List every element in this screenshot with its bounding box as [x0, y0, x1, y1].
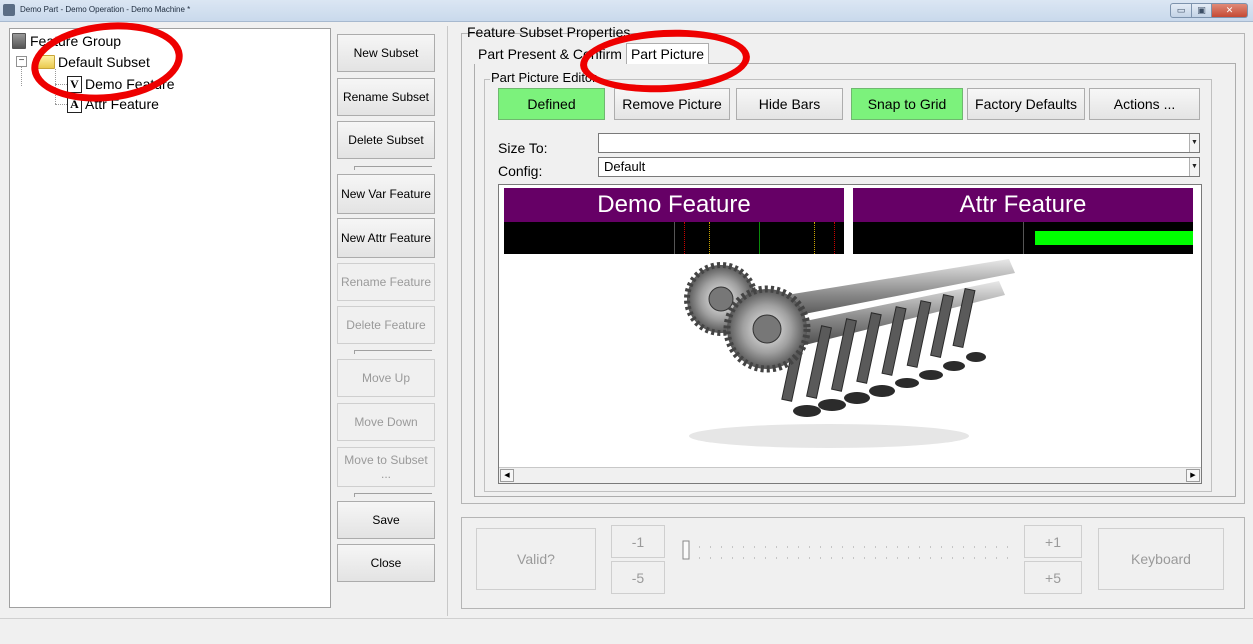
hide-bars-button[interactable]: Hide Bars: [736, 88, 843, 120]
feature-bar-gauge: [504, 222, 844, 254]
tab-part-present-confirm[interactable]: Part Present & Confirm: [474, 43, 626, 64]
minus-one-button[interactable]: -1: [611, 525, 665, 558]
collapse-icon[interactable]: −: [16, 56, 27, 67]
gauge-nominal-line: [759, 222, 760, 254]
feature-group-icon: [12, 33, 26, 49]
remove-picture-button[interactable]: Remove Picture: [614, 88, 730, 120]
separator: [354, 166, 432, 170]
move-to-subset-button[interactable]: Move to Subset ...: [337, 447, 435, 487]
tab-part-picture[interactable]: Part Picture: [625, 43, 710, 64]
tree-item-label: Attr Feature: [85, 96, 159, 112]
properties-tabs: Part Present & Confirm Part Picture: [474, 43, 710, 64]
part-picture-canvas[interactable]: Demo Feature Attr Feature ◀ ▶: [498, 184, 1202, 484]
move-up-button[interactable]: Move Up: [337, 359, 435, 397]
gauge-limit-line: [684, 222, 685, 254]
attribute-fill-bar: [1035, 231, 1193, 245]
gauge-tick: [674, 222, 675, 254]
window-controls: ▭ ▣ ✕: [1170, 3, 1248, 18]
gauge-limit-line: [814, 222, 815, 254]
feature-subset-properties-label: Feature Subset Properties: [467, 24, 631, 40]
tree-item-label: Demo Feature: [85, 76, 175, 92]
tree-connector: [55, 69, 56, 104]
tree-item-demo-feature[interactable]: V Demo Feature: [67, 74, 174, 94]
tree-connector: [55, 84, 67, 85]
scroll-left-icon[interactable]: ◀: [500, 469, 514, 482]
config-label: Config:: [498, 163, 543, 179]
defined-toggle[interactable]: Defined: [498, 88, 605, 120]
separator: [354, 350, 432, 354]
rename-subset-button[interactable]: Rename Subset: [337, 78, 435, 116]
maximize-button[interactable]: ▣: [1192, 3, 1212, 18]
minus-five-button[interactable]: -5: [611, 561, 665, 594]
adjust-slider[interactable]: [680, 538, 1020, 564]
save-button[interactable]: Save: [337, 501, 435, 539]
title-bar: Demo Part - Demo Operation - Demo Machin…: [0, 0, 1253, 22]
delete-subset-button[interactable]: Delete Subset: [337, 121, 435, 159]
size-to-select[interactable]: ▼: [598, 133, 1200, 153]
tree-root-label: Feature Group: [30, 33, 122, 49]
gauge-limit-line: [834, 222, 835, 254]
size-to-label: Size To:: [498, 140, 548, 156]
tree-item-attr-feature[interactable]: A Attr Feature: [67, 94, 159, 114]
gauge-limit-line: [709, 222, 710, 254]
folder-icon: [37, 55, 55, 69]
valid-button[interactable]: Valid?: [476, 528, 596, 590]
keyboard-button[interactable]: Keyboard: [1098, 528, 1224, 590]
variable-feature-icon: V: [67, 75, 82, 93]
new-var-feature-button[interactable]: New Var Feature: [337, 174, 435, 214]
part-picture-image: [684, 259, 1015, 448]
factory-defaults-button[interactable]: Factory Defaults: [967, 88, 1085, 120]
move-down-button[interactable]: Move Down: [337, 403, 435, 441]
close-button[interactable]: Close: [337, 544, 435, 582]
panel-divider: [447, 26, 448, 616]
snap-to-grid-toggle[interactable]: Snap to Grid: [851, 88, 963, 120]
separator: [354, 493, 432, 497]
window-title: Demo Part - Demo Operation - Demo Machin…: [20, 5, 191, 14]
config-value: Default: [604, 159, 646, 174]
delete-feature-button[interactable]: Delete Feature: [337, 306, 435, 344]
part-picture-editor-label: Part Picture Editor: [490, 70, 598, 85]
feature-bar-gauge: [853, 222, 1193, 254]
tree-item-label: Default Subset: [58, 54, 150, 70]
config-select[interactable]: Default ▼: [598, 157, 1200, 177]
horizontal-scrollbar[interactable]: ◀ ▶: [499, 467, 1201, 483]
tree-root[interactable]: Feature Group: [12, 31, 121, 51]
actions-button[interactable]: Actions ...: [1089, 88, 1200, 120]
attribute-feature-icon: A: [67, 95, 82, 113]
tree-connector: [55, 104, 67, 105]
minimize-button[interactable]: ▭: [1170, 3, 1192, 18]
scroll-right-icon[interactable]: ▶: [1186, 469, 1200, 482]
app-icon: [3, 4, 15, 16]
rename-feature-button[interactable]: Rename Feature: [337, 263, 435, 301]
dropdown-arrow-icon[interactable]: ▼: [1189, 134, 1199, 152]
status-bar: [0, 618, 1253, 644]
feature-bar-title[interactable]: Attr Feature: [853, 188, 1193, 222]
new-attr-feature-button[interactable]: New Attr Feature: [337, 218, 435, 258]
close-window-button[interactable]: ✕: [1212, 3, 1248, 18]
dropdown-arrow-icon[interactable]: ▼: [1189, 158, 1199, 176]
feature-bar-title[interactable]: Demo Feature: [504, 188, 844, 222]
feature-tree[interactable]: Feature Group − Default Subset V Demo Fe…: [9, 28, 331, 608]
plus-five-button[interactable]: +5: [1024, 561, 1082, 594]
plus-one-button[interactable]: +1: [1024, 525, 1082, 558]
gauge-tick: [1023, 222, 1024, 254]
new-subset-button[interactable]: New Subset: [337, 34, 435, 72]
tree-item-default-subset[interactable]: Default Subset: [37, 52, 150, 72]
